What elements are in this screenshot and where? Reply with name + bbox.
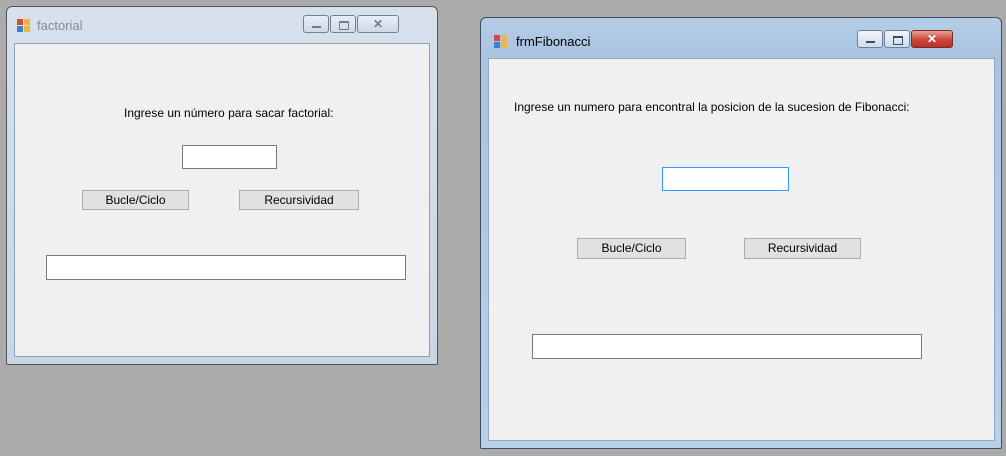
minimize-button[interactable]	[857, 30, 883, 48]
number-prompt-label: Ingrese un número para sacar factorial:	[124, 106, 334, 120]
number-input[interactable]	[182, 145, 277, 169]
minimize-icon	[866, 41, 875, 43]
loop-button[interactable]: Bucle/Ciclo	[577, 238, 686, 259]
form-client-area: Ingrese un número para sacar factorial: …	[14, 43, 430, 357]
caption-buttons: ✕	[302, 15, 399, 35]
factorial-window: factorial ✕ Ingrese un número para sacar…	[6, 6, 438, 365]
app-icon	[494, 35, 508, 49]
number-prompt-label: Ingrese un numero para encontral la posi…	[514, 100, 910, 114]
number-input[interactable]	[662, 167, 789, 191]
fibonacci-window: frmFibonacci ✕ Ingrese un numero para en…	[480, 17, 1002, 449]
maximize-icon	[893, 36, 903, 45]
window-title: frmFibonacci	[516, 34, 591, 49]
minimize-icon	[312, 26, 321, 28]
window-title: factorial	[37, 18, 83, 33]
result-output[interactable]	[532, 334, 922, 359]
recursion-button[interactable]: Recursividad	[744, 238, 861, 259]
maximize-icon	[339, 21, 349, 30]
form-client-area: Ingrese un numero para encontral la posi…	[488, 58, 995, 441]
close-button[interactable]: ✕	[357, 15, 399, 33]
close-icon: ✕	[373, 17, 384, 31]
close-icon: ✕	[927, 32, 938, 46]
caption-buttons: ✕	[856, 30, 953, 50]
minimize-button[interactable]	[303, 15, 329, 33]
maximize-button[interactable]	[330, 15, 356, 33]
app-icon	[17, 19, 31, 33]
maximize-button[interactable]	[884, 30, 910, 48]
loop-button[interactable]: Bucle/Ciclo	[82, 190, 189, 210]
close-button[interactable]: ✕	[911, 30, 953, 48]
result-output[interactable]	[46, 255, 406, 280]
recursion-button[interactable]: Recursividad	[239, 190, 359, 210]
